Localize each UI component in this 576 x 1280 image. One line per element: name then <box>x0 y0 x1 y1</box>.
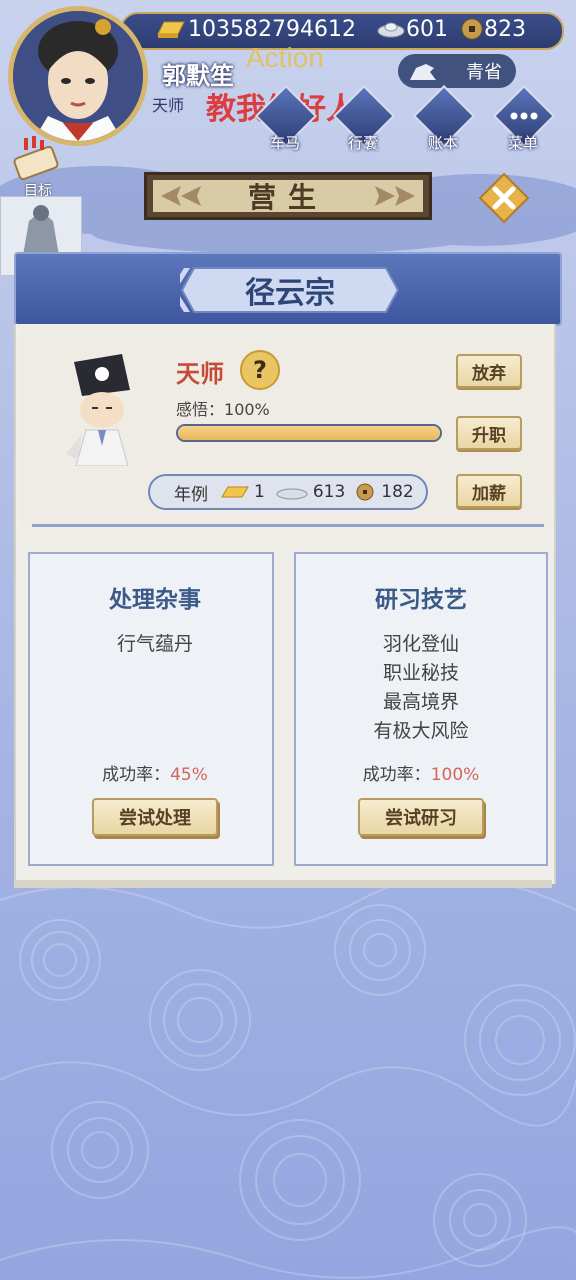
copper-amount: 823 <box>484 16 526 42</box>
salary-copper: 182 <box>381 482 414 502</box>
insight-progress-fill <box>178 426 440 440</box>
study-line: 羽化登仙 <box>382 633 459 655</box>
nav-menu-label: 菜单 <box>507 134 538 152</box>
study-success-rate: 成功率：100% <box>298 760 544 785</box>
insight-progress-bar <box>176 424 442 442</box>
nav-bag-label: 行囊 <box>347 134 378 152</box>
gold-ingot-icon <box>157 21 185 38</box>
rate-label: 成功率： <box>362 765 431 785</box>
nav-bag-button[interactable]: 行囊 <box>332 84 396 152</box>
player-title: 天师 <box>152 96 185 115</box>
salary-label: 年例 <box>174 484 208 505</box>
nav-carriage-label: 车马 <box>269 134 300 152</box>
region-button[interactable]: 青省 <box>398 54 516 88</box>
banner-title: 营生 <box>247 181 328 214</box>
silver-ingot-icon <box>377 22 405 38</box>
study-line: 职业秘技 <box>382 662 459 684</box>
copper-coin-icon <box>461 18 483 40</box>
title-banner: 营生 <box>144 172 432 220</box>
annual-salary: 年例 1 613 182 <box>148 474 428 510</box>
raise-salary-button[interactable]: 加薪 <box>456 474 522 508</box>
player-avatar[interactable] <box>8 6 148 146</box>
region-label: 青省 <box>466 62 502 83</box>
rate-value: 100% <box>430 765 480 785</box>
insight-value: 100% <box>224 400 270 419</box>
silver-resource: 601 <box>376 14 448 44</box>
abandon-button[interactable]: 放弃 <box>456 354 522 388</box>
nav-menu-button[interactable]: 菜单 <box>492 84 556 152</box>
action-overlay: Action <box>246 42 324 73</box>
salary-gold: 1 <box>254 482 265 502</box>
job-title: 天师 <box>176 360 224 388</box>
panel-bottom-rail <box>14 880 552 888</box>
section-divider <box>32 524 544 527</box>
chores-desc: 行气蕴丹 <box>32 630 278 659</box>
insight-text: 感悟：100% <box>176 396 270 420</box>
promote-button[interactable]: 升职 <box>456 416 522 450</box>
chores-title: 处理杂事 <box>109 587 201 613</box>
silver-amount: 601 <box>406 16 448 42</box>
try-study-button[interactable]: 尝试研习 <box>358 798 484 836</box>
chores-line: 行气蕴丹 <box>116 633 193 655</box>
gold-ingot-icon <box>221 486 249 498</box>
nav-ledger-button[interactable]: 账本 <box>412 84 476 152</box>
study-title: 研习技艺 <box>375 587 467 613</box>
study-line: 有极大风险 <box>373 720 469 742</box>
question-icon: ? <box>253 356 267 384</box>
close-button[interactable] <box>478 172 530 224</box>
rate-value: 45% <box>170 765 208 785</box>
taoist-character-icon <box>66 354 130 466</box>
nav-carriage-button[interactable]: 车马 <box>254 84 318 152</box>
try-handle-button[interactable]: 尝试处理 <box>92 798 218 836</box>
sect-name: 径云宗 <box>245 276 335 311</box>
rate-label: 成功率： <box>102 765 171 785</box>
study-line: 最高境界 <box>382 691 459 713</box>
nav-ledger-label: 账本 <box>427 134 458 152</box>
close-icon <box>478 172 530 224</box>
copper-resource: 823 <box>460 14 526 44</box>
silver-ingot-icon <box>276 488 308 500</box>
horse-icon <box>410 64 436 80</box>
gold-resource: 103582794612 <box>154 14 356 44</box>
portrait-icon <box>13 11 143 141</box>
chores-success-rate: 成功率：45% <box>32 760 278 785</box>
salary-silver: 613 <box>312 482 346 502</box>
help-button[interactable]: ? <box>240 350 280 390</box>
gold-amount: 103582794612 <box>188 16 356 42</box>
insight-label: 感悟： <box>176 400 225 419</box>
study-desc: 羽化登仙 职业秘技 最高境界 有极大风险 <box>298 630 544 746</box>
copper-coin-icon <box>356 483 374 501</box>
